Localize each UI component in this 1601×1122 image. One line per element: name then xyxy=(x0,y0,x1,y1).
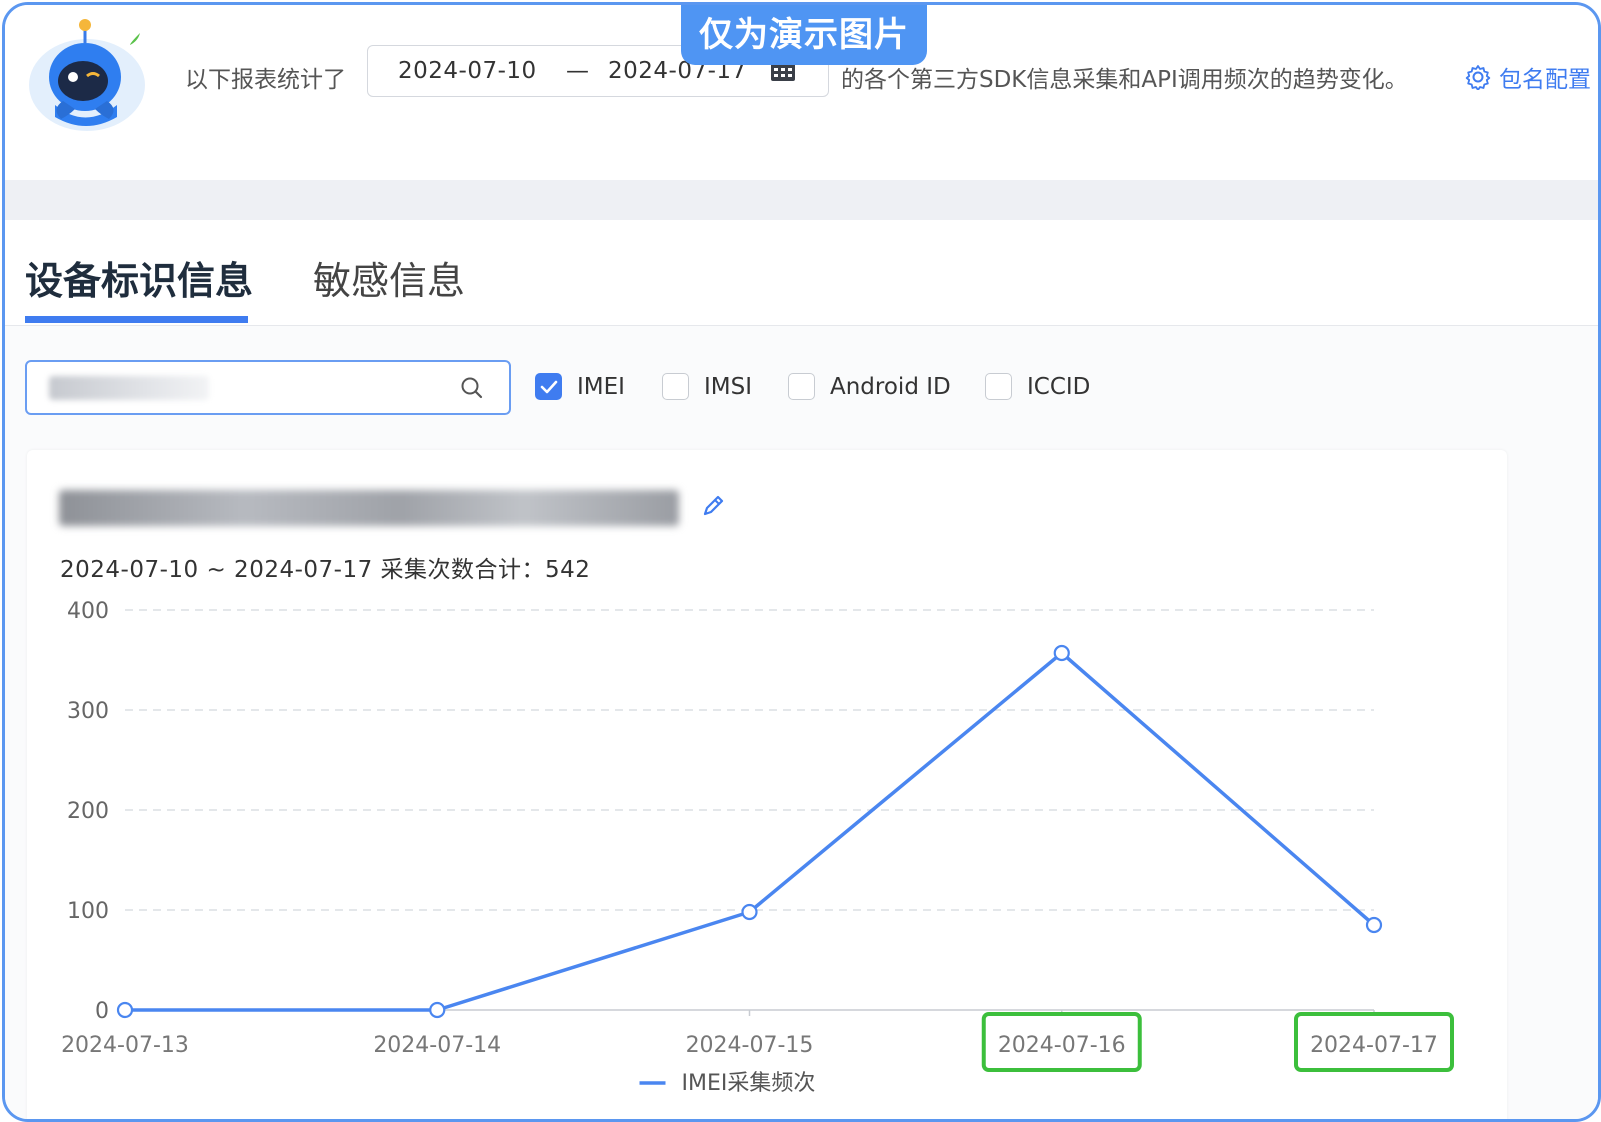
sdk-name-redacted xyxy=(59,490,679,526)
y-tick-label: 200 xyxy=(67,799,109,824)
checkbox-unchecked-icon[interactable] xyxy=(662,373,689,400)
sdk-chart-card: 2024-07-10 ~ 2024-07-17 采集次数合计：542 0 100 2… xyxy=(27,450,1507,1119)
x-tick-label: 2024-07-15 xyxy=(686,1033,814,1058)
tab-bar: 设备标识信息 敏感信息 xyxy=(5,220,1598,326)
date-separator: — xyxy=(566,58,590,84)
tab-device-id-info[interactable]: 设备标识信息 xyxy=(25,250,253,305)
data-point xyxy=(741,903,758,921)
tab-sensitive-info[interactable]: 敏感信息 xyxy=(313,250,465,305)
checkbox-android-id[interactable]: Android ID xyxy=(788,373,951,400)
search-input-value-redacted xyxy=(49,376,209,400)
data-point xyxy=(1365,916,1383,934)
checkbox-label: Android ID xyxy=(830,373,951,400)
series-line xyxy=(125,651,1376,1012)
demo-banner: 仅为演示图片 xyxy=(681,5,927,65)
x-tick-label: 2024-07-13 xyxy=(61,1033,189,1058)
legend-label: IMEI采集频次 xyxy=(682,1071,816,1096)
package-config-link[interactable]: 包名配置 xyxy=(1465,60,1591,94)
checkbox-label: ICCID xyxy=(1027,373,1091,400)
data-point xyxy=(429,1001,446,1019)
search-input[interactable] xyxy=(25,360,511,415)
x-tick-label: 2024-07-17 xyxy=(1310,1033,1438,1058)
y-tick-label: 0 xyxy=(95,999,109,1024)
header-suffix-text: 的各个第三方SDK信息采集和API调用频次的趋势变化。 xyxy=(841,67,1408,93)
y-tick-label: 400 xyxy=(67,599,109,624)
line-chart: 0 100 200 300 400 2024-07-13 2024-07-14 2024-07… xyxy=(61,599,1454,1096)
x-tick-label: 2024-07-14 xyxy=(373,1033,501,1058)
x-tick-label: 2024-07-16 xyxy=(998,1033,1126,1058)
checkbox-imei[interactable]: IMEI xyxy=(535,373,625,400)
checkbox-label: IMSI xyxy=(704,373,753,400)
gear-icon xyxy=(1465,65,1491,90)
date-start[interactable]: 2024-07-10 xyxy=(398,58,537,84)
pencil-icon[interactable] xyxy=(699,492,727,520)
mascot-robot-logo xyxy=(29,19,145,131)
search-icon[interactable] xyxy=(459,375,485,401)
package-config-label[interactable]: 包名配置 xyxy=(1499,60,1591,94)
y-tick-label: 100 xyxy=(67,899,109,924)
header-prefix-text: 以下报表统计了 xyxy=(185,67,346,93)
app-frame: 以下报表统计了 2024-07-10 — 2024-07-17 的各个第三方SD… xyxy=(2,2,1601,1122)
section-divider xyxy=(5,180,1598,220)
data-point xyxy=(116,1001,134,1019)
checkbox-imsi[interactable]: IMSI xyxy=(662,373,752,400)
checkbox-unchecked-icon[interactable] xyxy=(788,373,815,400)
checkbox-iccid[interactable]: ICCID xyxy=(985,373,1090,400)
checkbox-checked-icon[interactable] xyxy=(535,373,562,400)
active-tab-indicator xyxy=(25,316,248,323)
checkbox-unchecked-icon[interactable] xyxy=(985,373,1012,400)
y-tick-label: 300 xyxy=(67,699,109,724)
data-point xyxy=(1053,644,1070,662)
collection-summary: 2024-07-10 ~ 2024-07-17 采集次数合计：542 xyxy=(60,557,591,583)
checkbox-label: IMEI xyxy=(577,373,625,400)
